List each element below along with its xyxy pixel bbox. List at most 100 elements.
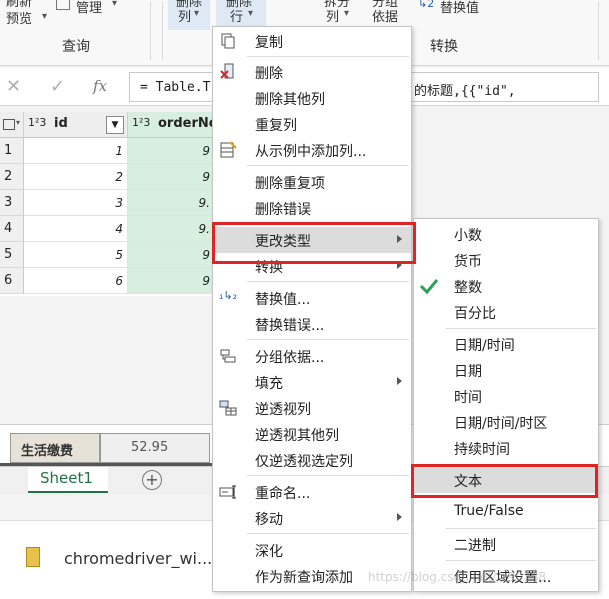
add-sheet-icon[interactable]: + bbox=[142, 470, 162, 490]
submenu-arrow-icon bbox=[397, 513, 402, 521]
menu-item-unpivot-other-columns[interactable]: 逆透视其他列 bbox=[213, 421, 411, 447]
menu-item-label: 日期/时间 bbox=[454, 338, 515, 354]
row-number[interactable]: 3 bbox=[0, 190, 24, 216]
type-option-decimal[interactable]: 小数 bbox=[414, 221, 598, 247]
sheet-tab-label: Sheet1 bbox=[40, 469, 93, 487]
row-number[interactable]: 2 bbox=[0, 164, 24, 190]
column-header-orderno[interactable]: 1²3 orderNo bbox=[128, 112, 218, 138]
table-cell[interactable]: 9 bbox=[128, 164, 215, 190]
confirm-icon[interactable]: ✓ bbox=[50, 76, 65, 97]
table-cell[interactable]: 2 bbox=[24, 164, 128, 190]
type-option-binary[interactable]: 二进制 bbox=[414, 531, 598, 557]
manage-button[interactable]: 管理 bbox=[76, 0, 102, 16]
menu-item-label: 替换值... bbox=[255, 292, 311, 308]
menu-item-drill-down[interactable]: 深化 bbox=[213, 537, 411, 563]
menu-item-replace-values[interactable]: ₁↳₂ 替换值... bbox=[213, 285, 411, 311]
table-cell[interactable]: 3 bbox=[24, 190, 128, 216]
column-header-label: orderNo bbox=[158, 116, 218, 131]
type-option-datetime[interactable]: 日期/时间 bbox=[414, 331, 598, 357]
table-icon bbox=[3, 119, 15, 130]
menu-item-label: 时间 bbox=[454, 390, 482, 406]
replace-values-button[interactable]: 替换值 bbox=[440, 0, 479, 16]
type-option-whole-number[interactable]: 整数 bbox=[414, 273, 598, 299]
type-option-percentage[interactable]: 百分比 bbox=[414, 299, 598, 325]
menu-item-label: 深化 bbox=[255, 544, 283, 560]
menu-separator bbox=[446, 528, 596, 529]
menu-item-remove[interactable]: 删除 bbox=[213, 59, 411, 85]
zip-file-icon bbox=[26, 547, 40, 567]
table-cell[interactable]: 1 bbox=[24, 138, 128, 164]
menu-item-copy[interactable]: 复制 bbox=[213, 28, 411, 54]
replace-values-icon: ↳2 bbox=[418, 0, 435, 10]
menu-item-unpivot-only-selected[interactable]: 仅逆透视选定列 bbox=[213, 447, 411, 473]
menu-item-remove-duplicates[interactable]: 删除重复项 bbox=[213, 169, 411, 195]
table-cell[interactable]: 9. bbox=[128, 216, 215, 242]
table-cell[interactable]: 6 bbox=[24, 268, 128, 294]
menu-item-unpivot-columns[interactable]: 逆透视列 bbox=[213, 395, 411, 421]
sheet-tab[interactable]: Sheet1 bbox=[28, 467, 108, 493]
menu-item-duplicate-column[interactable]: 重复列 bbox=[213, 111, 411, 137]
menu-item-move[interactable]: 移动 bbox=[213, 505, 411, 531]
row-number[interactable]: 4 bbox=[0, 216, 24, 242]
menu-item-label: 填充 bbox=[255, 376, 283, 392]
watermark: https://blog.csdn.net/...90388 bbox=[368, 570, 546, 584]
menu-item-label: 重命名... bbox=[255, 486, 311, 502]
menu-item-label: 重复列 bbox=[255, 118, 297, 134]
menu-item-replace-errors[interactable]: 替换错误... bbox=[213, 311, 411, 337]
column-from-examples-icon bbox=[219, 141, 237, 159]
fx-icon[interactable]: fx bbox=[93, 77, 107, 95]
menu-item-remove-other-columns[interactable]: 删除其他列 bbox=[213, 85, 411, 111]
menu-item-label: 从示例中添加列... bbox=[255, 144, 367, 160]
menu-separator bbox=[446, 328, 596, 329]
type-option-currency[interactable]: 货币 bbox=[414, 247, 598, 273]
type-option-true-false[interactable]: True/False bbox=[414, 499, 598, 525]
excel-cell[interactable]: 52.95 bbox=[100, 433, 210, 463]
number-type-icon[interactable]: 1²3 bbox=[132, 116, 150, 129]
excel-cell[interactable]: 生活缴费 bbox=[10, 433, 100, 463]
highlight-box-change-type bbox=[212, 222, 416, 264]
table-cell[interactable]: 4 bbox=[24, 216, 128, 242]
table-cell[interactable]: 5 bbox=[24, 242, 128, 268]
type-option-date[interactable]: 日期 bbox=[414, 357, 598, 383]
type-option-time[interactable]: 时间 bbox=[414, 383, 598, 409]
table-cell[interactable]: 9 bbox=[128, 138, 215, 164]
type-option-duration[interactable]: 持续时间 bbox=[414, 435, 598, 461]
table-cell[interactable]: 9. bbox=[128, 190, 215, 216]
remove-columns-button-label-2[interactable]: 列 bbox=[178, 6, 191, 25]
menu-item-group-by[interactable]: 分组依据... bbox=[213, 343, 411, 369]
menu-item-label: 删除 bbox=[255, 66, 283, 82]
cancel-icon[interactable]: ✕ bbox=[6, 76, 21, 97]
column-filter-button[interactable]: ▼ bbox=[106, 116, 124, 134]
replace-values-icon: ₁↳₂ bbox=[219, 289, 238, 302]
table-cell[interactable]: 9 bbox=[128, 242, 215, 268]
menu-item-add-column-from-examples[interactable]: 从示例中添加列... bbox=[213, 137, 411, 163]
split-column-button-label-2[interactable]: 列 bbox=[326, 6, 339, 25]
menu-item-label: 日期 bbox=[454, 364, 482, 380]
column-header-label: id bbox=[54, 116, 68, 131]
refresh-preview-button-label-2[interactable]: 预览 bbox=[6, 8, 32, 27]
table-menu-button[interactable]: ▾ bbox=[0, 112, 24, 138]
group-by-button-label-2[interactable]: 依据 bbox=[372, 6, 398, 25]
chevron-down-icon: ▾ bbox=[194, 8, 200, 19]
menu-item-label: 小数 bbox=[454, 228, 482, 244]
remove-rows-button-label-2[interactable]: 行 bbox=[230, 6, 243, 25]
chevron-down-icon: ▾ bbox=[16, 118, 21, 127]
highlight-box-text-option bbox=[411, 464, 598, 498]
menu-item-label: 删除错误 bbox=[255, 202, 311, 218]
number-type-icon[interactable]: 1²3 bbox=[28, 116, 46, 129]
change-type-submenu: 小数 货币 整数 百分比 日期/时间 日期 时间 日期/时间/时区 持续时间 文… bbox=[413, 218, 599, 592]
table-cell[interactable]: 9 bbox=[128, 268, 215, 294]
menu-item-label: 二进制 bbox=[454, 538, 496, 554]
type-option-datetimezone[interactable]: 日期/时间/时区 bbox=[414, 409, 598, 435]
row-number[interactable]: 5 bbox=[0, 242, 24, 268]
menu-item-fill[interactable]: 填充 bbox=[213, 369, 411, 395]
menu-item-rename[interactable]: 重命名... bbox=[213, 479, 411, 505]
ribbon-separator bbox=[150, 2, 151, 60]
copy-icon bbox=[219, 32, 237, 50]
column-header-id[interactable]: 1²3 id ▼ bbox=[24, 112, 128, 138]
download-filename[interactable]: chromedriver_wi....z bbox=[64, 549, 226, 568]
row-number[interactable]: 6 bbox=[0, 268, 24, 294]
submenu-arrow-icon bbox=[397, 377, 402, 385]
row-number[interactable]: 1 bbox=[0, 138, 24, 164]
menu-item-remove-errors[interactable]: 删除错误 bbox=[213, 195, 411, 221]
